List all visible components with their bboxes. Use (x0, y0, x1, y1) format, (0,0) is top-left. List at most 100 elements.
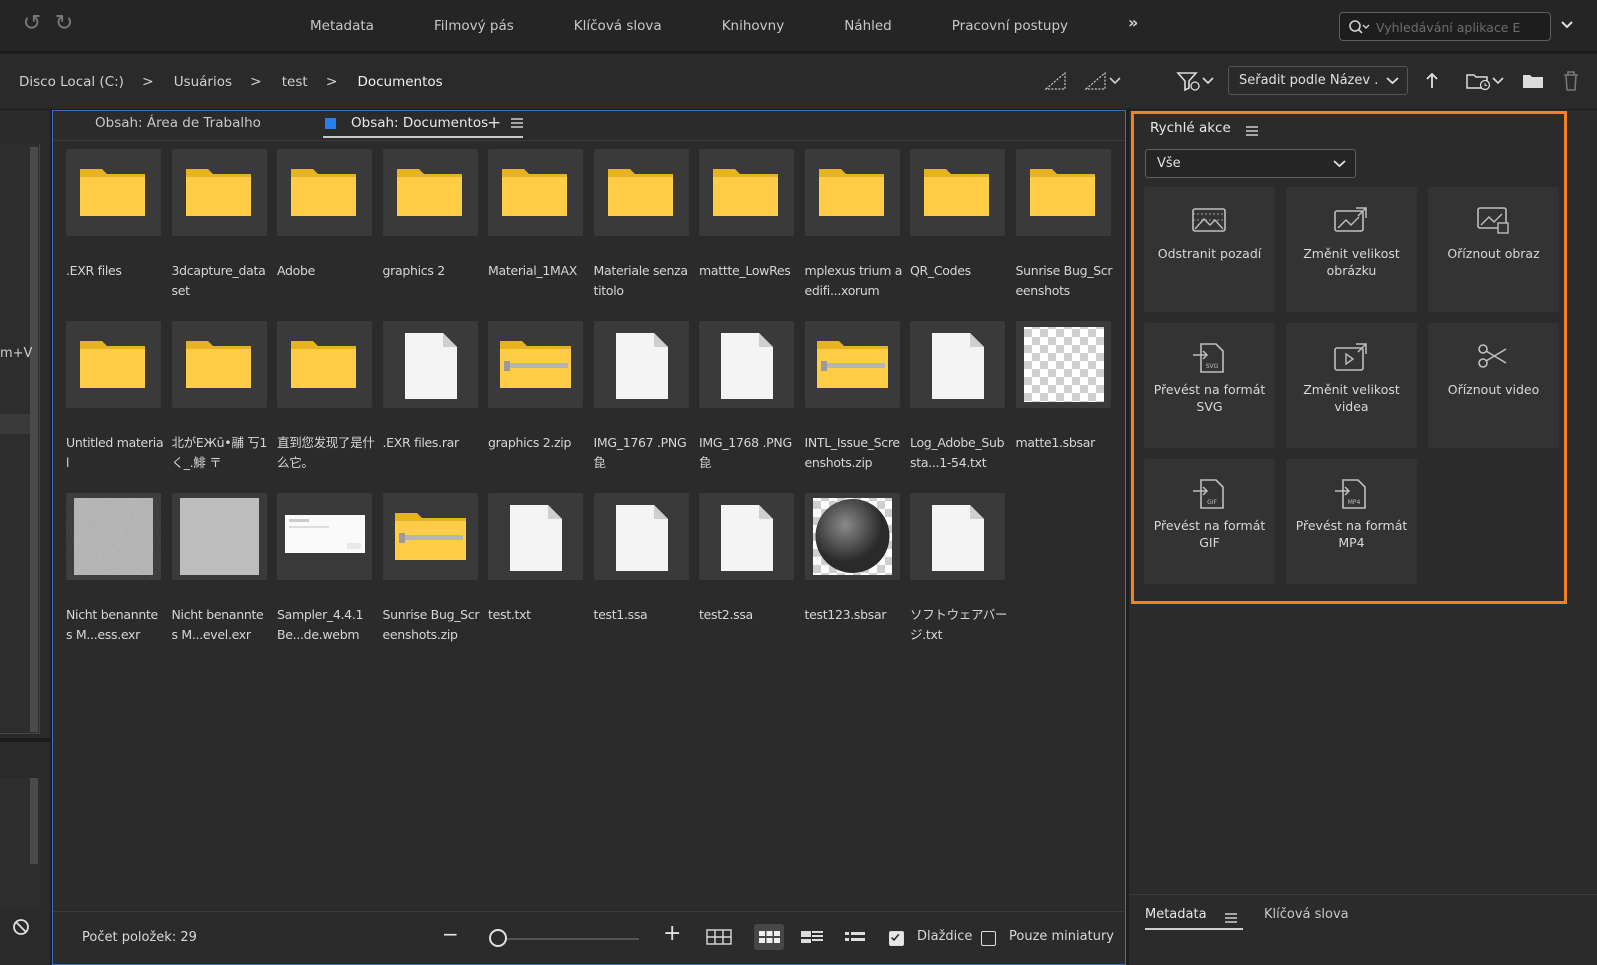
folder-icon[interactable] (277, 321, 372, 408)
zoom-in-button[interactable]: + (663, 921, 681, 946)
grid-lock-icon[interactable] (704, 924, 734, 950)
breadcrumb-item-current[interactable]: Documentos (357, 74, 442, 90)
folder-icon[interactable] (488, 149, 583, 236)
file-item-gray[interactable]: Nicht benanntes M...evel.exr (171, 493, 270, 645)
selected-row[interactable] (0, 414, 30, 434)
thumbnail[interactable] (1015, 321, 1111, 408)
file-item-zip[interactable]: INTL_Issue_Screenshots.zip (804, 321, 900, 473)
file-item-folder[interactable]: Sunrise Bug_Screenshots (1015, 149, 1114, 301)
breadcrumb-separator[interactable]: > (326, 74, 338, 90)
sort-dropdown[interactable]: Seřadit podle Název . (1228, 66, 1408, 95)
document-icon[interactable] (699, 493, 794, 580)
document-icon[interactable] (593, 493, 689, 580)
tab-desktop[interactable]: Obsah: Área de Trabalho (95, 115, 261, 131)
workspace-tab-filmstrip[interactable]: Filmový pás (404, 0, 544, 52)
workspace-tab-preview[interactable]: Náhled (814, 0, 922, 52)
file-item-folder[interactable]: Material_1MAX (488, 149, 583, 281)
file-item-folder[interactable]: Materiale senza titolo (593, 149, 692, 301)
file-name[interactable]: Untitled material (66, 433, 164, 473)
file-name[interactable]: Materiale senza titolo (594, 261, 692, 301)
folder-icon[interactable] (382, 149, 478, 236)
quick-action-remove-background[interactable]: Odstranit pozadí (1144, 187, 1275, 312)
file-name[interactable]: test2.ssa (699, 605, 797, 625)
undo-icon[interactable]: ↺ (20, 12, 44, 36)
more-workspaces-icon[interactable]: » (1128, 13, 1138, 32)
file-item-folder[interactable]: Untitled material (66, 321, 164, 473)
document-icon[interactable] (699, 321, 794, 408)
workspace-tab-keywords[interactable]: Klíčová slova (544, 0, 692, 52)
file-item-file[interactable]: test.txt (488, 493, 583, 625)
folder-icon[interactable] (66, 149, 161, 236)
tiles-label[interactable]: Dlaždice (917, 929, 972, 944)
tiles-checkbox[interactable] (889, 931, 904, 946)
file-name[interactable]: graphics 2 (383, 261, 481, 281)
file-name[interactable]: test123.sbsar (805, 605, 903, 625)
search-options-chevron-icon[interactable] (1560, 18, 1574, 32)
document-icon[interactable] (488, 493, 583, 580)
quick-actions-filter-dropdown[interactable]: Vše (1145, 149, 1356, 178)
file-name[interactable]: mattte_LowRes (699, 261, 797, 281)
file-item-noise[interactable]: Nicht benanntes M...ess.exr (66, 493, 161, 645)
file-name[interactable]: IMG_1768 .PNG㲋 (699, 433, 797, 473)
folder-icon[interactable] (804, 149, 900, 236)
quick-actions-title[interactable]: Rychlé akce (1150, 120, 1231, 136)
breadcrumb-item-test[interactable]: test (282, 74, 308, 90)
view-details-icon[interactable] (797, 924, 827, 950)
thumbnail[interactable] (804, 493, 900, 580)
file-name[interactable]: Nicht benanntes M...ess.exr (66, 605, 164, 645)
file-name[interactable]: Sampler_4.4.1 Be...de.webm (277, 605, 375, 645)
file-item-file[interactable]: IMG_1768 .PNG㲋 (699, 321, 794, 473)
quick-action-convert-svg[interactable]: SVG Převést na formát SVG (1144, 323, 1275, 448)
file-name[interactable]: test.txt (488, 605, 586, 625)
scrollbar[interactable] (30, 778, 38, 864)
quick-action-convert-mp4[interactable]: MP4 Převést na formát MP4 (1286, 459, 1417, 584)
search-input[interactable] (1376, 17, 1546, 37)
file-item-folder[interactable]: .EXR files (66, 149, 161, 281)
search-icon[interactable] (1348, 18, 1370, 36)
quick-action-crop-image[interactable]: Oříznout obraz (1428, 187, 1559, 312)
document-icon[interactable] (910, 493, 1005, 580)
file-item-file[interactable]: Log_Adobe_Substa...1-54.txt (910, 321, 1005, 473)
file-item-folder[interactable]: mplexus trium aedifi...xorum (804, 149, 903, 301)
folder-icon[interactable] (66, 321, 161, 408)
breadcrumb-item-disk[interactable]: Disco Local (C:) (19, 74, 124, 90)
breadcrumb-item-users[interactable]: Usuários (174, 74, 232, 90)
tab-keywords[interactable]: Klíčová slova (1264, 907, 1349, 922)
folder-icon[interactable] (699, 149, 794, 236)
thumbnail[interactable] (171, 493, 267, 580)
file-name[interactable]: mplexus trium aedifi...xorum (805, 261, 903, 301)
folder-icon[interactable] (1015, 149, 1111, 236)
file-item-zip[interactable]: Sunrise Bug_Screenshots.zip (382, 493, 480, 645)
rating-filter-icon[interactable] (1083, 70, 1123, 92)
quick-action-resize-video[interactable]: Změnit velikost videa (1286, 323, 1417, 448)
panel-menu-icon[interactable] (1225, 912, 1237, 924)
file-name[interactable]: .EXR files (66, 261, 164, 281)
folder-icon[interactable] (488, 321, 583, 408)
folder-icon[interactable] (804, 321, 900, 408)
document-icon[interactable] (382, 321, 478, 408)
document-icon[interactable] (910, 321, 1005, 408)
folder-icon[interactable] (277, 149, 372, 236)
zoom-out-button[interactable]: − (442, 922, 459, 946)
file-name[interactable]: 直到您发现了是什么它。 (277, 433, 375, 473)
file-name[interactable]: Nicht benanntes M...evel.exr (172, 605, 270, 645)
zoom-slider-handle[interactable] (489, 929, 508, 947)
workspace-tab-libraries[interactable]: Knihovny (692, 0, 815, 52)
zoom-slider[interactable] (493, 938, 639, 940)
document-icon[interactable] (593, 321, 689, 408)
quick-action-convert-gif[interactable]: GIF Převést na formát GIF (1144, 459, 1275, 584)
file-name[interactable]: graphics 2.zip (488, 433, 586, 453)
file-name[interactable]: QR_Codes (910, 261, 1008, 281)
file-item-folder[interactable]: QR_Codes (910, 149, 1005, 281)
tab-menu-icon[interactable] (511, 117, 523, 129)
file-item-folder[interactable]: 北がEЖū•鬴 丂1く_.鯡 〒 (171, 321, 267, 473)
panel-menu-icon[interactable] (1246, 125, 1258, 137)
folder-icon[interactable] (593, 149, 689, 236)
file-item-file[interactable]: test2.ssa (699, 493, 794, 625)
file-item-file[interactable]: IMG_1767 .PNG㲋 (593, 321, 689, 473)
file-item-folder[interactable]: 3dcapture_dataset (171, 149, 267, 301)
file-name[interactable]: .EXR files.rar (383, 433, 481, 453)
file-item-file[interactable]: test1.ssa (593, 493, 689, 625)
file-item-sphere[interactable]: test123.sbsar (804, 493, 903, 625)
file-name[interactable]: Sunrise Bug_Screenshots (1016, 261, 1114, 301)
